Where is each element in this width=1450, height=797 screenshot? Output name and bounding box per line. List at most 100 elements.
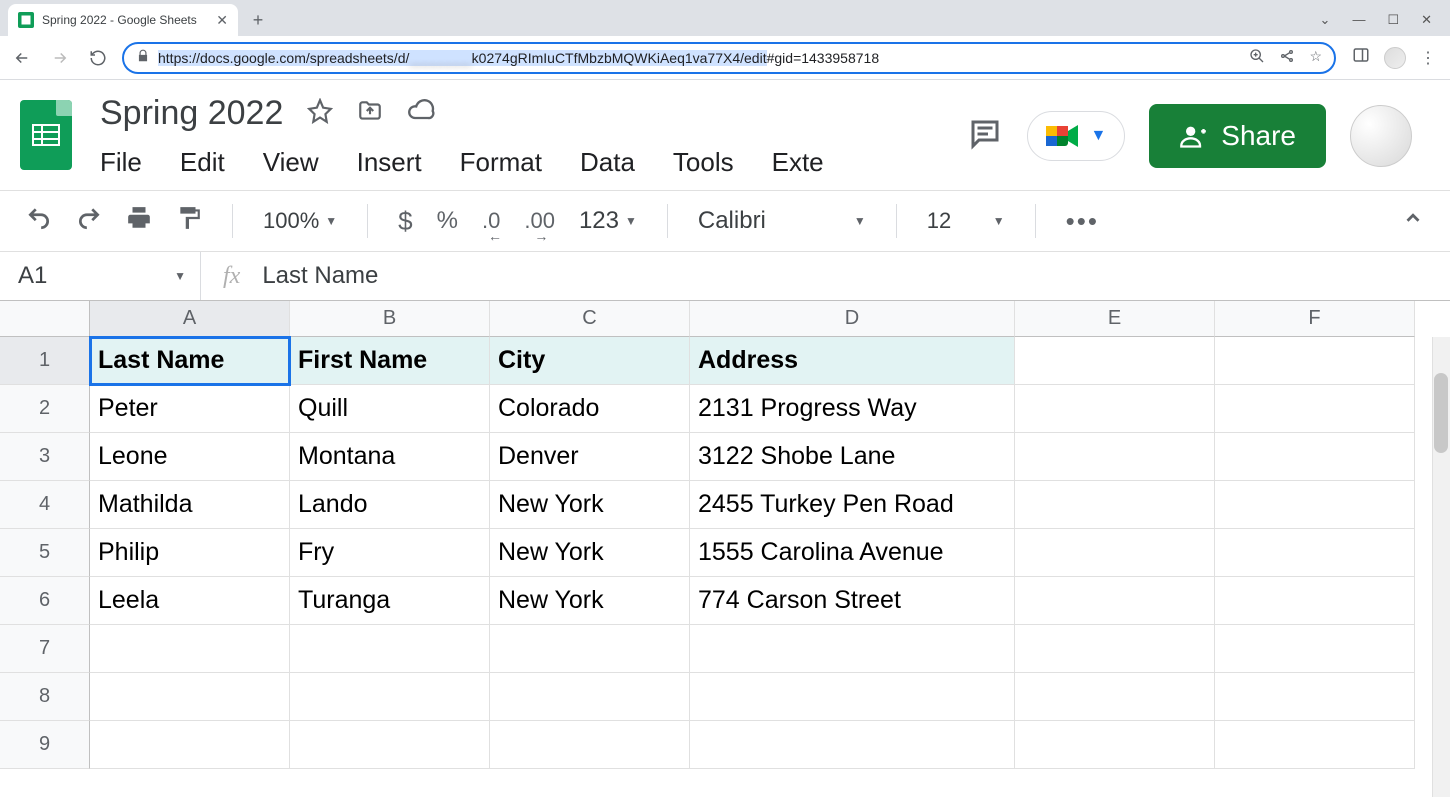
menu-tools[interactable]: Tools [673,147,734,178]
cell[interactable] [690,673,1015,721]
more-toolbar-icon[interactable]: ••• [1066,206,1099,237]
col-header-b[interactable]: B [290,301,490,337]
cell[interactable] [1015,433,1215,481]
menu-file[interactable]: File [100,147,142,178]
menu-view[interactable]: View [263,147,319,178]
star-icon[interactable] [307,98,333,129]
cell[interactable]: Philip [90,529,290,577]
menu-insert[interactable]: Insert [357,147,422,178]
cell[interactable] [690,625,1015,673]
cell[interactable] [90,625,290,673]
select-all-corner[interactable] [0,301,90,337]
name-box[interactable]: A1▼ [0,262,200,290]
cell[interactable] [90,721,290,769]
menu-edit[interactable]: Edit [180,147,225,178]
decrease-decimal-button[interactable]: .0← [482,208,500,234]
tab-search-icon[interactable]: ⌄ [1320,12,1331,28]
close-window-icon[interactable]: ✕ [1421,12,1432,28]
address-bar[interactable]: https://docs.google.com/spreadsheets/d/_… [122,42,1336,74]
cell[interactable]: 1555 Carolina Avenue [690,529,1015,577]
cell[interactable]: 3122 Shobe Lane [690,433,1015,481]
number-format-select[interactable]: 123▼ [579,207,637,235]
cell[interactable] [1015,385,1215,433]
cell[interactable] [1015,529,1215,577]
sidepanel-icon[interactable] [1352,46,1370,69]
row-header[interactable]: 4 [0,481,90,529]
cell[interactable] [1215,673,1415,721]
row-header[interactable]: 5 [0,529,90,577]
cell[interactable]: Fry [290,529,490,577]
font-select[interactable]: Calibri▼ [698,207,866,235]
cell[interactable]: New York [490,481,690,529]
move-icon[interactable] [357,98,383,129]
cell[interactable]: Colorado [490,385,690,433]
menu-data[interactable]: Data [580,147,635,178]
col-header-a[interactable]: A [90,301,290,337]
collapse-toolbar-icon[interactable] [1402,207,1424,235]
forward-button[interactable] [46,44,74,72]
col-header-c[interactable]: C [490,301,690,337]
cell[interactable]: New York [490,529,690,577]
row-header[interactable]: 3 [0,433,90,481]
cell[interactable] [490,721,690,769]
bookmark-icon[interactable]: ☆ [1309,48,1322,67]
zoom-select[interactable]: 100%▼ [263,208,337,234]
row-header[interactable]: 6 [0,577,90,625]
currency-button[interactable]: $ [398,206,412,237]
col-header-d[interactable]: D [690,301,1015,337]
cell[interactable] [1015,577,1215,625]
scrollbar-thumb[interactable] [1434,373,1448,453]
cell[interactable]: 2455 Turkey Pen Road [690,481,1015,529]
paint-format-icon[interactable] [176,205,202,237]
cell[interactable] [490,625,690,673]
cell[interactable] [90,673,290,721]
percent-button[interactable]: % [437,207,458,235]
back-button[interactable] [8,44,36,72]
increase-decimal-button[interactable]: .00→ [524,208,555,234]
cell[interactable] [290,721,490,769]
cell[interactable] [690,721,1015,769]
cell[interactable] [1015,481,1215,529]
cell[interactable]: New York [490,577,690,625]
col-header-f[interactable]: F [1215,301,1415,337]
cell[interactable]: First Name [290,337,490,385]
cell[interactable] [1215,577,1415,625]
row-header[interactable]: 1 [0,337,90,385]
formula-input[interactable]: Last Name [262,262,378,290]
cell[interactable]: Leone [90,433,290,481]
cell[interactable] [290,673,490,721]
cell[interactable]: Leela [90,577,290,625]
maximize-icon[interactable]: ☐ [1387,12,1399,28]
cell[interactable]: 2131 Progress Way [690,385,1015,433]
cell[interactable]: City [490,337,690,385]
menu-format[interactable]: Format [460,147,542,178]
cell[interactable] [1015,721,1215,769]
comments-icon[interactable] [967,116,1003,157]
cell[interactable]: Montana [290,433,490,481]
new-tab-button[interactable]: + [244,6,272,34]
cell[interactable] [1015,625,1215,673]
cell[interactable] [1215,433,1415,481]
close-tab-icon[interactable]: ✕ [216,12,228,29]
cell[interactable] [490,673,690,721]
meet-button[interactable]: ▼ [1027,111,1125,161]
cell[interactable]: 774 Carson Street [690,577,1015,625]
row-header[interactable]: 7 [0,625,90,673]
document-title[interactable]: Spring 2022 [100,94,283,133]
cell[interactable]: Lando [290,481,490,529]
cell[interactable]: Quill [290,385,490,433]
cell[interactable] [1015,673,1215,721]
browser-tab[interactable]: Spring 2022 - Google Sheets ✕ [8,4,238,36]
cell[interactable] [1215,481,1415,529]
row-header[interactable]: 2 [0,385,90,433]
profile-avatar-small[interactable] [1384,47,1406,69]
cell[interactable]: Mathilda [90,481,290,529]
cell[interactable] [1015,337,1215,385]
col-header-e[interactable]: E [1015,301,1215,337]
reload-button[interactable] [84,44,112,72]
menu-extensions[interactable]: Exte [772,147,824,178]
share-button[interactable]: Share [1149,104,1326,168]
cell[interactable] [1215,721,1415,769]
font-size-select[interactable]: 12▼ [927,208,1005,234]
cell[interactable]: Denver [490,433,690,481]
